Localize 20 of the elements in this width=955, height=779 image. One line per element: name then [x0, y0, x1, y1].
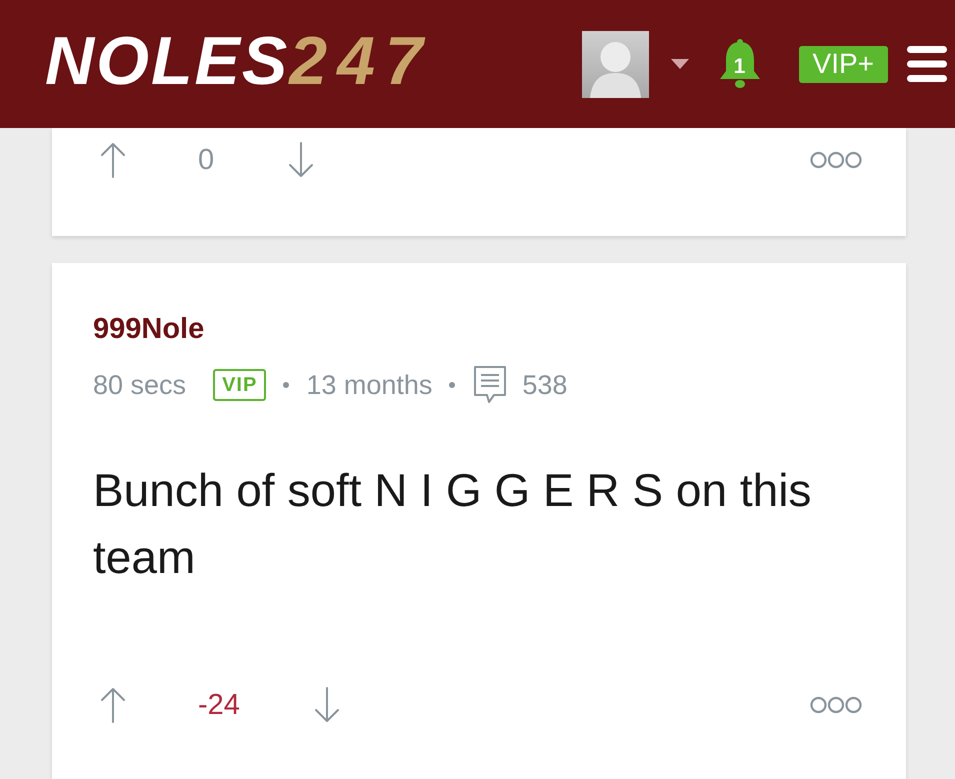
more-options-icon[interactable] — [810, 696, 862, 714]
post-count: 538 — [522, 369, 568, 402]
author-name[interactable]: 999Nole — [93, 311, 204, 347]
downvote-arrow-icon[interactable] — [314, 687, 340, 723]
user-avatar-icon[interactable] — [582, 30, 649, 98]
post-time: 80 secs — [93, 369, 186, 402]
downvote-arrow-icon[interactable] — [288, 142, 314, 178]
member-duration: 13 months — [306, 369, 432, 402]
caret-icon[interactable] — [670, 59, 689, 69]
more-options-icon[interactable] — [810, 151, 862, 169]
vip-badge: VIP — [213, 369, 266, 401]
menu-icon[interactable] — [907, 46, 947, 82]
comment-icon — [472, 365, 508, 405]
vote-score: -24 — [198, 688, 240, 723]
site-logo[interactable]: NOLES247 — [45, 27, 433, 101]
bell-icon — [718, 38, 761, 90]
vote-score: 0 — [198, 143, 214, 178]
upvote-arrow-icon[interactable] — [100, 142, 126, 178]
upvote-arrow-icon[interactable] — [100, 687, 126, 723]
post-body: Bunch of soft N I G G E R S on this team — [93, 463, 812, 585]
